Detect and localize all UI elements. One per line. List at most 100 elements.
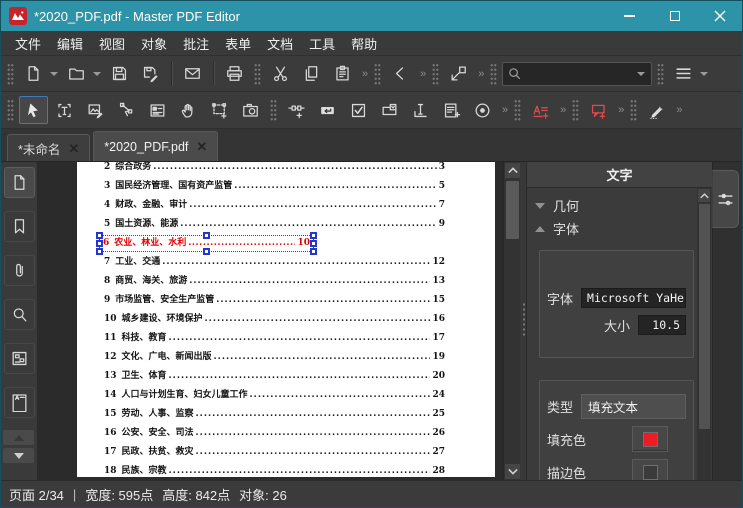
- document-tab[interactable]: *未命名✕: [7, 134, 90, 161]
- chevron-down-icon[interactable]: [700, 72, 708, 76]
- section-font[interactable]: 字体: [535, 217, 694, 240]
- annotations-button[interactable]: [4, 387, 35, 418]
- selection-handle[interactable]: [310, 248, 317, 255]
- sidebar-scroll-up-button[interactable]: [3, 430, 34, 445]
- push-button-button[interactable]: [313, 96, 342, 124]
- bookmarks-button[interactable]: [4, 211, 35, 242]
- save-button[interactable]: [105, 60, 134, 88]
- highlighter-button[interactable]: [642, 96, 671, 124]
- selected-text-object[interactable]: 6农业、林业、水利...............................…: [99, 235, 314, 252]
- radio-button-button[interactable]: [468, 96, 497, 124]
- maximize-button[interactable]: [652, 1, 697, 31]
- panel-scroll-up-button[interactable]: [698, 189, 710, 202]
- edit-text-button[interactable]: [50, 96, 79, 124]
- scrollbar-thumb[interactable]: [506, 181, 519, 239]
- stroke-color-button[interactable]: [632, 459, 668, 480]
- open-folder-button[interactable]: [62, 60, 91, 88]
- edit-form-button[interactable]: [143, 96, 172, 124]
- overflow-chevron-icon[interactable]: »: [359, 68, 369, 80]
- document-tab[interactable]: *2020_PDF.pdf ✕: [93, 131, 218, 161]
- panel-scrollbar-thumb[interactable]: [699, 204, 710, 429]
- menu-item-4[interactable]: 对象: [133, 31, 175, 56]
- menu-item-7[interactable]: 文档: [259, 31, 301, 56]
- checkbox-button[interactable]: [344, 96, 373, 124]
- toc-row: 2综合政务...................................…: [77, 162, 495, 177]
- type-select[interactable]: 填充文本: [581, 394, 686, 419]
- panel-toggle-tab[interactable]: [712, 170, 739, 228]
- selection-handle[interactable]: [203, 232, 210, 239]
- chevron-down-icon[interactable]: [50, 72, 58, 76]
- selection-handle[interactable]: [310, 240, 317, 247]
- link-button[interactable]: [282, 96, 311, 124]
- menu-item-2[interactable]: 编辑: [49, 31, 91, 56]
- font-size-input[interactable]: 10.5: [638, 315, 686, 335]
- hamburger-menu-icon: [674, 64, 693, 83]
- print-button[interactable]: [220, 60, 249, 88]
- text-field-button[interactable]: [406, 96, 435, 124]
- selection-handle[interactable]: [203, 248, 210, 255]
- edit-image-button[interactable]: [81, 96, 110, 124]
- overflow-chevron-icon[interactable]: »: [615, 104, 625, 116]
- tab-label: *2020_PDF.pdf: [104, 140, 188, 154]
- document-scrollbar[interactable]: [503, 162, 520, 480]
- menu-item-8[interactable]: 工具: [301, 31, 343, 56]
- sidebar-scroll-down-button[interactable]: [3, 448, 34, 463]
- selection-handle[interactable]: [96, 248, 103, 255]
- toc-number: 17: [104, 443, 117, 462]
- scroll-up-button[interactable]: [505, 163, 520, 178]
- selection-handle[interactable]: [96, 240, 103, 247]
- search-document-button[interactable]: [4, 299, 35, 330]
- attachments-button[interactable]: [4, 255, 35, 286]
- section-geometry[interactable]: 几何: [535, 194, 694, 217]
- panel-scrollbar[interactable]: [697, 188, 711, 480]
- font-name-input[interactable]: Microsoft YaHei: [581, 288, 686, 308]
- listbox-button[interactable]: [437, 96, 466, 124]
- pdf-page[interactable]: 2综合政务...................................…: [77, 162, 495, 477]
- close-icon[interactable]: ✕: [196, 140, 207, 153]
- callout-button[interactable]: [584, 96, 613, 124]
- back-button[interactable]: [386, 60, 415, 88]
- select-region-button[interactable]: [205, 96, 234, 124]
- chevron-down-icon[interactable]: [93, 72, 101, 76]
- fill-color-label: 填充色: [547, 430, 586, 449]
- scroll-down-button[interactable]: [505, 464, 520, 479]
- minimize-button[interactable]: [607, 1, 652, 31]
- paste-button[interactable]: [328, 60, 357, 88]
- overflow-chevron-icon[interactable]: »: [673, 104, 683, 116]
- close-icon[interactable]: ✕: [68, 142, 79, 155]
- copy-button[interactable]: [297, 60, 326, 88]
- chevron-down-icon[interactable]: [637, 72, 645, 76]
- overflow-chevron-icon[interactable]: »: [417, 68, 427, 80]
- email-button[interactable]: [178, 60, 207, 88]
- triangle-up-icon: [14, 435, 24, 441]
- close-button[interactable]: [697, 1, 742, 31]
- form-fields-button[interactable]: [4, 343, 35, 374]
- hamburger-menu-button[interactable]: [669, 60, 698, 88]
- search-input[interactable]: [522, 67, 637, 81]
- save-as-button[interactable]: [136, 60, 165, 88]
- edit-path-button[interactable]: [112, 96, 141, 124]
- overflow-chevron-icon[interactable]: »: [475, 68, 485, 80]
- overflow-chevron-icon[interactable]: »: [557, 104, 567, 116]
- text-annotation-button[interactable]: [526, 96, 555, 124]
- selection-handle[interactable]: [96, 232, 103, 239]
- snapshot-button[interactable]: [236, 96, 265, 124]
- fill-color-button[interactable]: [632, 426, 668, 452]
- selection-handle[interactable]: [310, 232, 317, 239]
- document-area[interactable]: 2综合政务...................................…: [38, 162, 520, 480]
- pointer-button[interactable]: [19, 96, 48, 124]
- menu-item-6[interactable]: 表单: [217, 31, 259, 56]
- menu-item-9[interactable]: 帮助: [343, 31, 385, 56]
- menu-item-1[interactable]: 文件: [7, 31, 49, 56]
- toolbar-grip: [7, 99, 14, 121]
- page-thumbnails-button[interactable]: [4, 167, 35, 198]
- annotations-icon: [10, 393, 29, 412]
- menu-item-5[interactable]: 批注: [175, 31, 217, 56]
- menu-item-3[interactable]: 视图: [91, 31, 133, 56]
- combobox-button[interactable]: [375, 96, 404, 124]
- cut-button[interactable]: [266, 60, 295, 88]
- fit-selection-button[interactable]: [444, 60, 473, 88]
- new-document-button[interactable]: [19, 60, 48, 88]
- hand-button[interactable]: [174, 96, 203, 124]
- overflow-chevron-icon[interactable]: »: [499, 104, 509, 116]
